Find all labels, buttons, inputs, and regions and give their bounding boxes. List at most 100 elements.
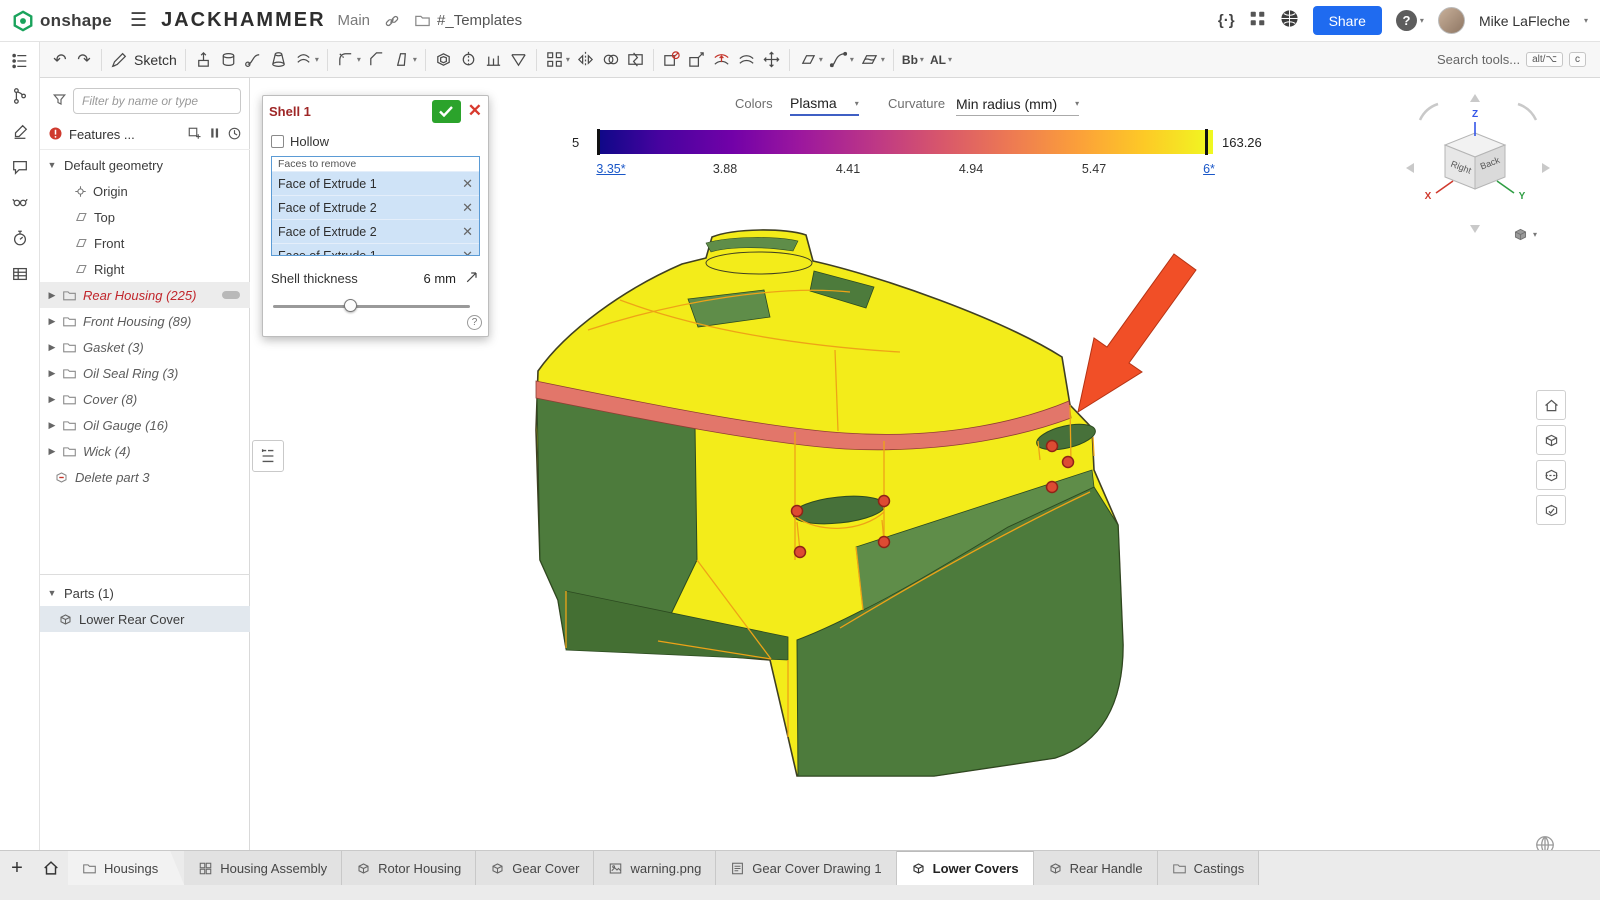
shaded-view-button[interactable]	[1536, 425, 1566, 455]
parts-section-toggle[interactable]: ▼ Parts (1)	[40, 580, 250, 606]
feature-list-icon[interactable]	[11, 52, 29, 75]
slider-handle[interactable]	[344, 299, 357, 312]
chevron-right-icon[interactable]: ▶	[46, 446, 58, 457]
chamfer-button[interactable]	[364, 46, 389, 74]
linear-pattern-button[interactable]: ▾	[542, 46, 573, 74]
mirror-button[interactable]	[573, 46, 598, 74]
fillet-button[interactable]: ▾	[333, 46, 364, 74]
chevron-right-icon[interactable]: ▶	[46, 290, 58, 301]
hollow-checkbox[interactable]	[271, 135, 284, 148]
loft-button[interactable]	[266, 46, 291, 74]
named-views-button[interactable]	[1536, 495, 1566, 525]
custom-feature-bb-button[interactable]: Bb▾	[899, 46, 927, 74]
thicken-button[interactable]: ▾	[291, 46, 322, 74]
tree-item-rear-housing[interactable]: ▶ Rear Housing (225)	[40, 282, 250, 308]
view-options-dropdown[interactable]: ▾	[1512, 226, 1537, 243]
thickness-value-field[interactable]: 6 mm	[424, 271, 457, 286]
apps-grid-icon[interactable]	[1249, 10, 1266, 32]
main-menu-icon[interactable]: ☰	[130, 9, 147, 32]
revolve-button[interactable]	[216, 46, 241, 74]
scale-tick-max[interactable]: 6*	[1203, 162, 1215, 176]
scale-tick-min[interactable]: 3.35*	[596, 162, 625, 176]
scrollbar-thumb[interactable]	[222, 291, 240, 299]
home-button[interactable]	[34, 851, 68, 885]
tab-gear-cover-drawing[interactable]: Gear Cover Drawing 1	[716, 851, 896, 885]
web-button[interactable]	[506, 46, 531, 74]
user-avatar[interactable]	[1438, 7, 1465, 34]
remove-face-icon[interactable]: ✕	[462, 248, 473, 257]
tab-warning-png[interactable]: warning.png	[594, 851, 716, 885]
suppress-pause-icon[interactable]	[208, 126, 221, 143]
chevron-down-icon[interactable]: ▼	[46, 588, 58, 598]
stopwatch-icon[interactable]	[11, 229, 29, 252]
chevron-right-icon[interactable]: ▶	[46, 342, 58, 353]
sweep-button[interactable]	[241, 46, 266, 74]
tree-item-right-plane[interactable]: Right	[40, 256, 250, 282]
chevron-right-icon[interactable]: ▶	[46, 420, 58, 431]
share-button[interactable]: Share	[1313, 6, 1382, 35]
rollback-clock-icon[interactable]	[227, 126, 242, 144]
tab-housing-assembly[interactable]: Housing Assembly	[184, 851, 342, 885]
document-title[interactable]: JACKHAMMER	[161, 9, 325, 32]
tab-castings[interactable]: Castings	[1158, 851, 1260, 885]
face-list-item[interactable]: Face of Extrude 1 ✕	[272, 243, 479, 256]
offset-surface-button[interactable]	[734, 46, 759, 74]
colors-select[interactable]: Plasma▾	[790, 92, 859, 116]
chevron-right-icon[interactable]: ▶	[46, 316, 58, 327]
filter-input[interactable]	[73, 88, 241, 114]
flip-direction-icon[interactable]	[464, 269, 480, 288]
chevron-down-icon[interactable]: ▼	[46, 160, 58, 170]
boolean-button[interactable]	[598, 46, 623, 74]
section-view-button[interactable]	[1536, 460, 1566, 490]
help-icon[interactable]: ?	[1396, 10, 1417, 31]
comments-icon[interactable]	[11, 158, 29, 181]
community-globe-icon[interactable]	[1280, 9, 1299, 33]
redo-button[interactable]: ↷	[72, 46, 96, 74]
commit-button[interactable]	[432, 100, 461, 123]
remove-face-icon[interactable]: ✕	[462, 200, 473, 216]
feature-dialog-flyout-button[interactable]	[252, 440, 284, 472]
custom-feature-al-button[interactable]: AL▾	[927, 46, 955, 74]
undo-button[interactable]: ↶	[48, 46, 72, 74]
delete-face-button[interactable]	[659, 46, 684, 74]
tab-housings[interactable]: Housings	[68, 851, 184, 885]
tree-item-origin[interactable]: Origin	[40, 178, 250, 204]
remove-face-icon[interactable]: ✕	[462, 176, 473, 192]
move-face-button[interactable]	[684, 46, 709, 74]
face-list-item[interactable]: Face of Extrude 2 ✕	[272, 219, 479, 243]
analysis-icon[interactable]	[11, 193, 29, 216]
search-tools-field[interactable]: Search tools... alt/⌥ c	[1437, 52, 1592, 67]
tree-item-default-geometry[interactable]: ▼ Default geometry	[40, 152, 250, 178]
new-tab-button[interactable]: +	[0, 851, 34, 885]
graphics-canvas[interactable]: Colors Plasma▾ Curvature Min radius (mm)…	[250, 78, 1600, 850]
home-view-button[interactable]	[1536, 390, 1566, 420]
chevron-down-icon[interactable]: ▾	[1584, 16, 1588, 25]
split-button[interactable]	[623, 46, 648, 74]
bom-table-icon[interactable]	[11, 265, 29, 288]
view-cube[interactable]: Right Back Z X Y	[1398, 86, 1558, 236]
insert-feature-icon[interactable]	[187, 126, 202, 144]
shell-button[interactable]	[431, 46, 456, 74]
onshape-logo-icon[interactable]	[12, 10, 34, 32]
tab-lower-covers[interactable]: Lower Covers	[897, 851, 1034, 885]
faces-to-remove-list[interactable]: Faces to remove Face of Extrude 1 ✕ Face…	[271, 156, 480, 256]
tree-item-wick[interactable]: ▶ Wick (4)	[40, 438, 250, 464]
extrude-button[interactable]	[191, 46, 216, 74]
tree-item-front-housing[interactable]: ▶ Front Housing (89)	[40, 308, 250, 334]
hole-button[interactable]	[456, 46, 481, 74]
link-icon[interactable]	[384, 13, 400, 29]
curve-button[interactable]: ▾	[826, 46, 857, 74]
hollow-option[interactable]: Hollow	[271, 130, 480, 152]
remove-face-icon[interactable]: ✕	[462, 224, 473, 240]
cancel-button[interactable]: ✕	[468, 101, 482, 121]
thickness-slider[interactable]	[271, 298, 480, 314]
surface-button[interactable]: ▾	[857, 46, 888, 74]
curvature-select[interactable]: Min radius (mm)▾	[956, 92, 1079, 116]
user-name[interactable]: Mike LaFleche	[1479, 13, 1570, 29]
help-menu[interactable]: ? ▾	[1396, 10, 1424, 31]
tree-item-gasket[interactable]: ▶ Gasket (3)	[40, 334, 250, 360]
tree-item-front-plane[interactable]: Front	[40, 230, 250, 256]
tree-item-oil-gauge[interactable]: ▶ Oil Gauge (16)	[40, 412, 250, 438]
curvature-color-scale[interactable]	[597, 130, 1213, 154]
chevron-right-icon[interactable]: ▶	[46, 368, 58, 379]
